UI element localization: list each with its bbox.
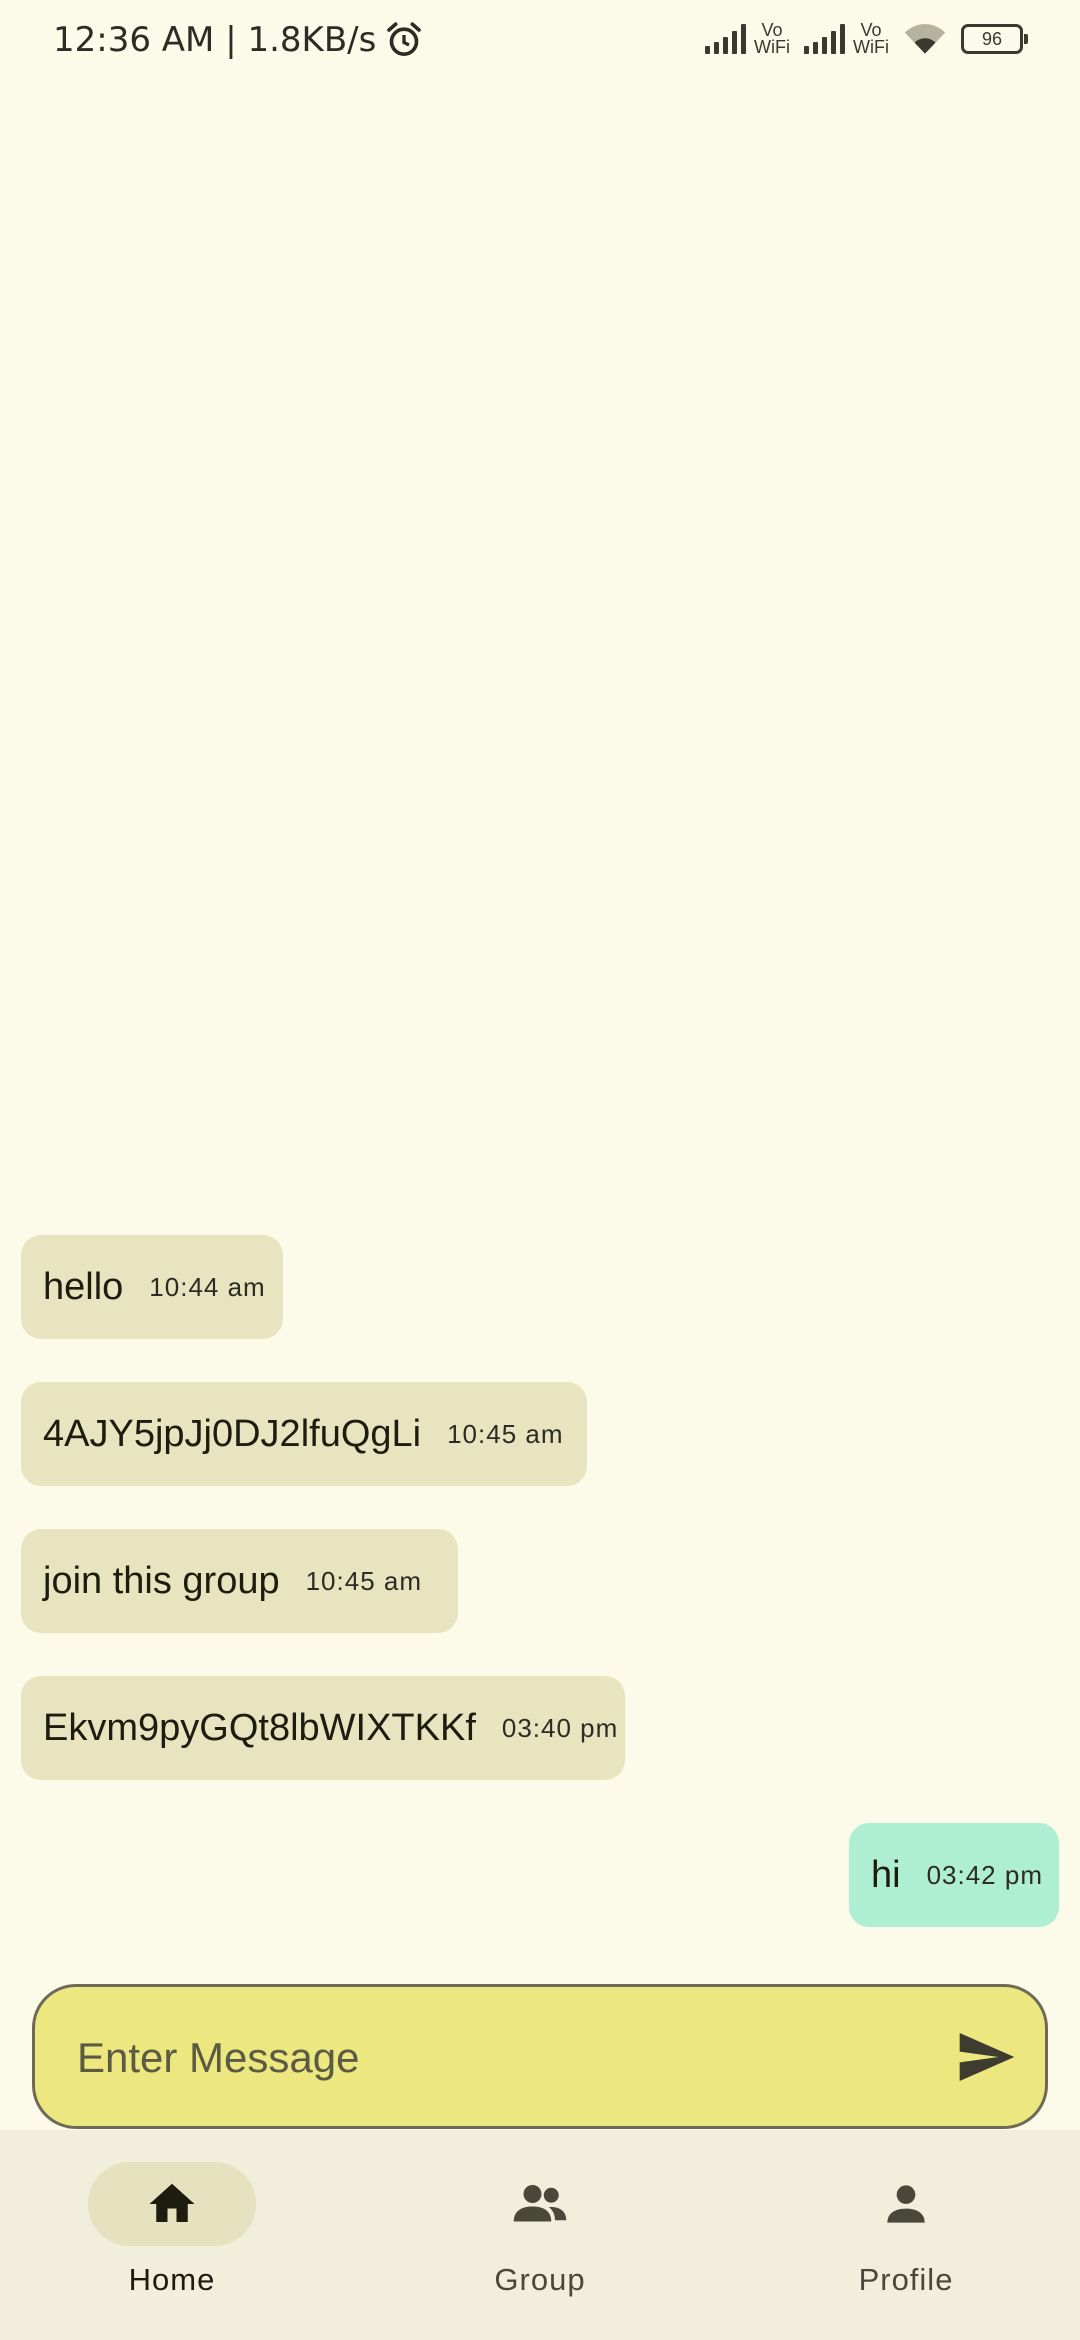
message-bubble[interactable]: join this group 10:45 am [21,1529,458,1633]
message-text: hi [871,1853,901,1896]
message-time: 03:40 pm [501,1712,619,1743]
nav-item-home[interactable]: Home [62,2162,282,2312]
person-icon [887,2185,925,2223]
nav-active-indicator [88,2162,256,2246]
message-composer [32,1984,1048,2129]
message-time: 10:45 am [447,1418,564,1449]
nav-item-group[interactable]: Group [430,2162,650,2312]
nav-icon-container [822,2162,990,2246]
nav-item-profile[interactable]: Profile [796,2162,1016,2312]
wifi-icon [904,24,946,54]
status-right: Vo WiFi Vo WiFi 96 [705,21,1028,57]
message-text: hello [43,1265,124,1308]
nav-label-home: Home [128,2262,216,2297]
signal-icon [804,24,846,54]
status-left: 12:36 AM | 1.8KB/s [53,20,424,60]
signal-icon [705,24,747,54]
message-time: 03:42 pm [926,1859,1043,1890]
message-input[interactable] [75,1987,939,2128]
send-icon[interactable] [953,2025,1017,2089]
message-bubble[interactable]: hello 10:44 am [21,1235,283,1339]
battery-icon: 96 [961,24,1028,54]
message-bubble-outgoing[interactable]: hi 03:42 pm [849,1823,1059,1927]
status-bar: 12:36 AM | 1.8KB/s Vo WiFi Vo WiFi 96 [0,0,1080,90]
vowifi-indicator-2: Vo WiFi [853,21,889,57]
bottom-navigation: Home Group Profile [0,2130,1080,2340]
message-text: Ekvm9pyGQt8lbWIXTKKf [43,1706,476,1749]
vowifi-bottom: WiFi [754,37,791,57]
vowifi-indicator-1: Vo WiFi [754,21,791,57]
chat-screen: 12:36 AM | 1.8KB/s Vo WiFi Vo WiFi 96 he… [0,0,1080,2340]
message-text: join this group [43,1559,280,1602]
home-icon [149,2183,195,2222]
message-time: 10:44 am [149,1271,266,1302]
message-text: 4AJY5jpJj0DJ2lfuQgLi [43,1412,422,1455]
nav-icon-container [456,2162,624,2246]
alarm-icon [387,22,422,57]
nav-label-group: Group [494,2262,586,2297]
message-bubble[interactable]: Ekvm9pyGQt8lbWIXTKKf 03:40 pm [21,1676,625,1780]
vowifi-bottom: WiFi [853,37,889,57]
battery-level: 96 [981,29,1003,49]
message-bubble[interactable]: 4AJY5jpJj0DJ2lfuQgLi 10:45 am [21,1382,587,1486]
nav-label-profile: Profile [858,2262,954,2297]
message-time: 10:45 am [305,1565,422,1596]
status-time-speed: 12:36 AM | 1.8KB/s [53,20,377,60]
group-icon [513,2185,567,2222]
